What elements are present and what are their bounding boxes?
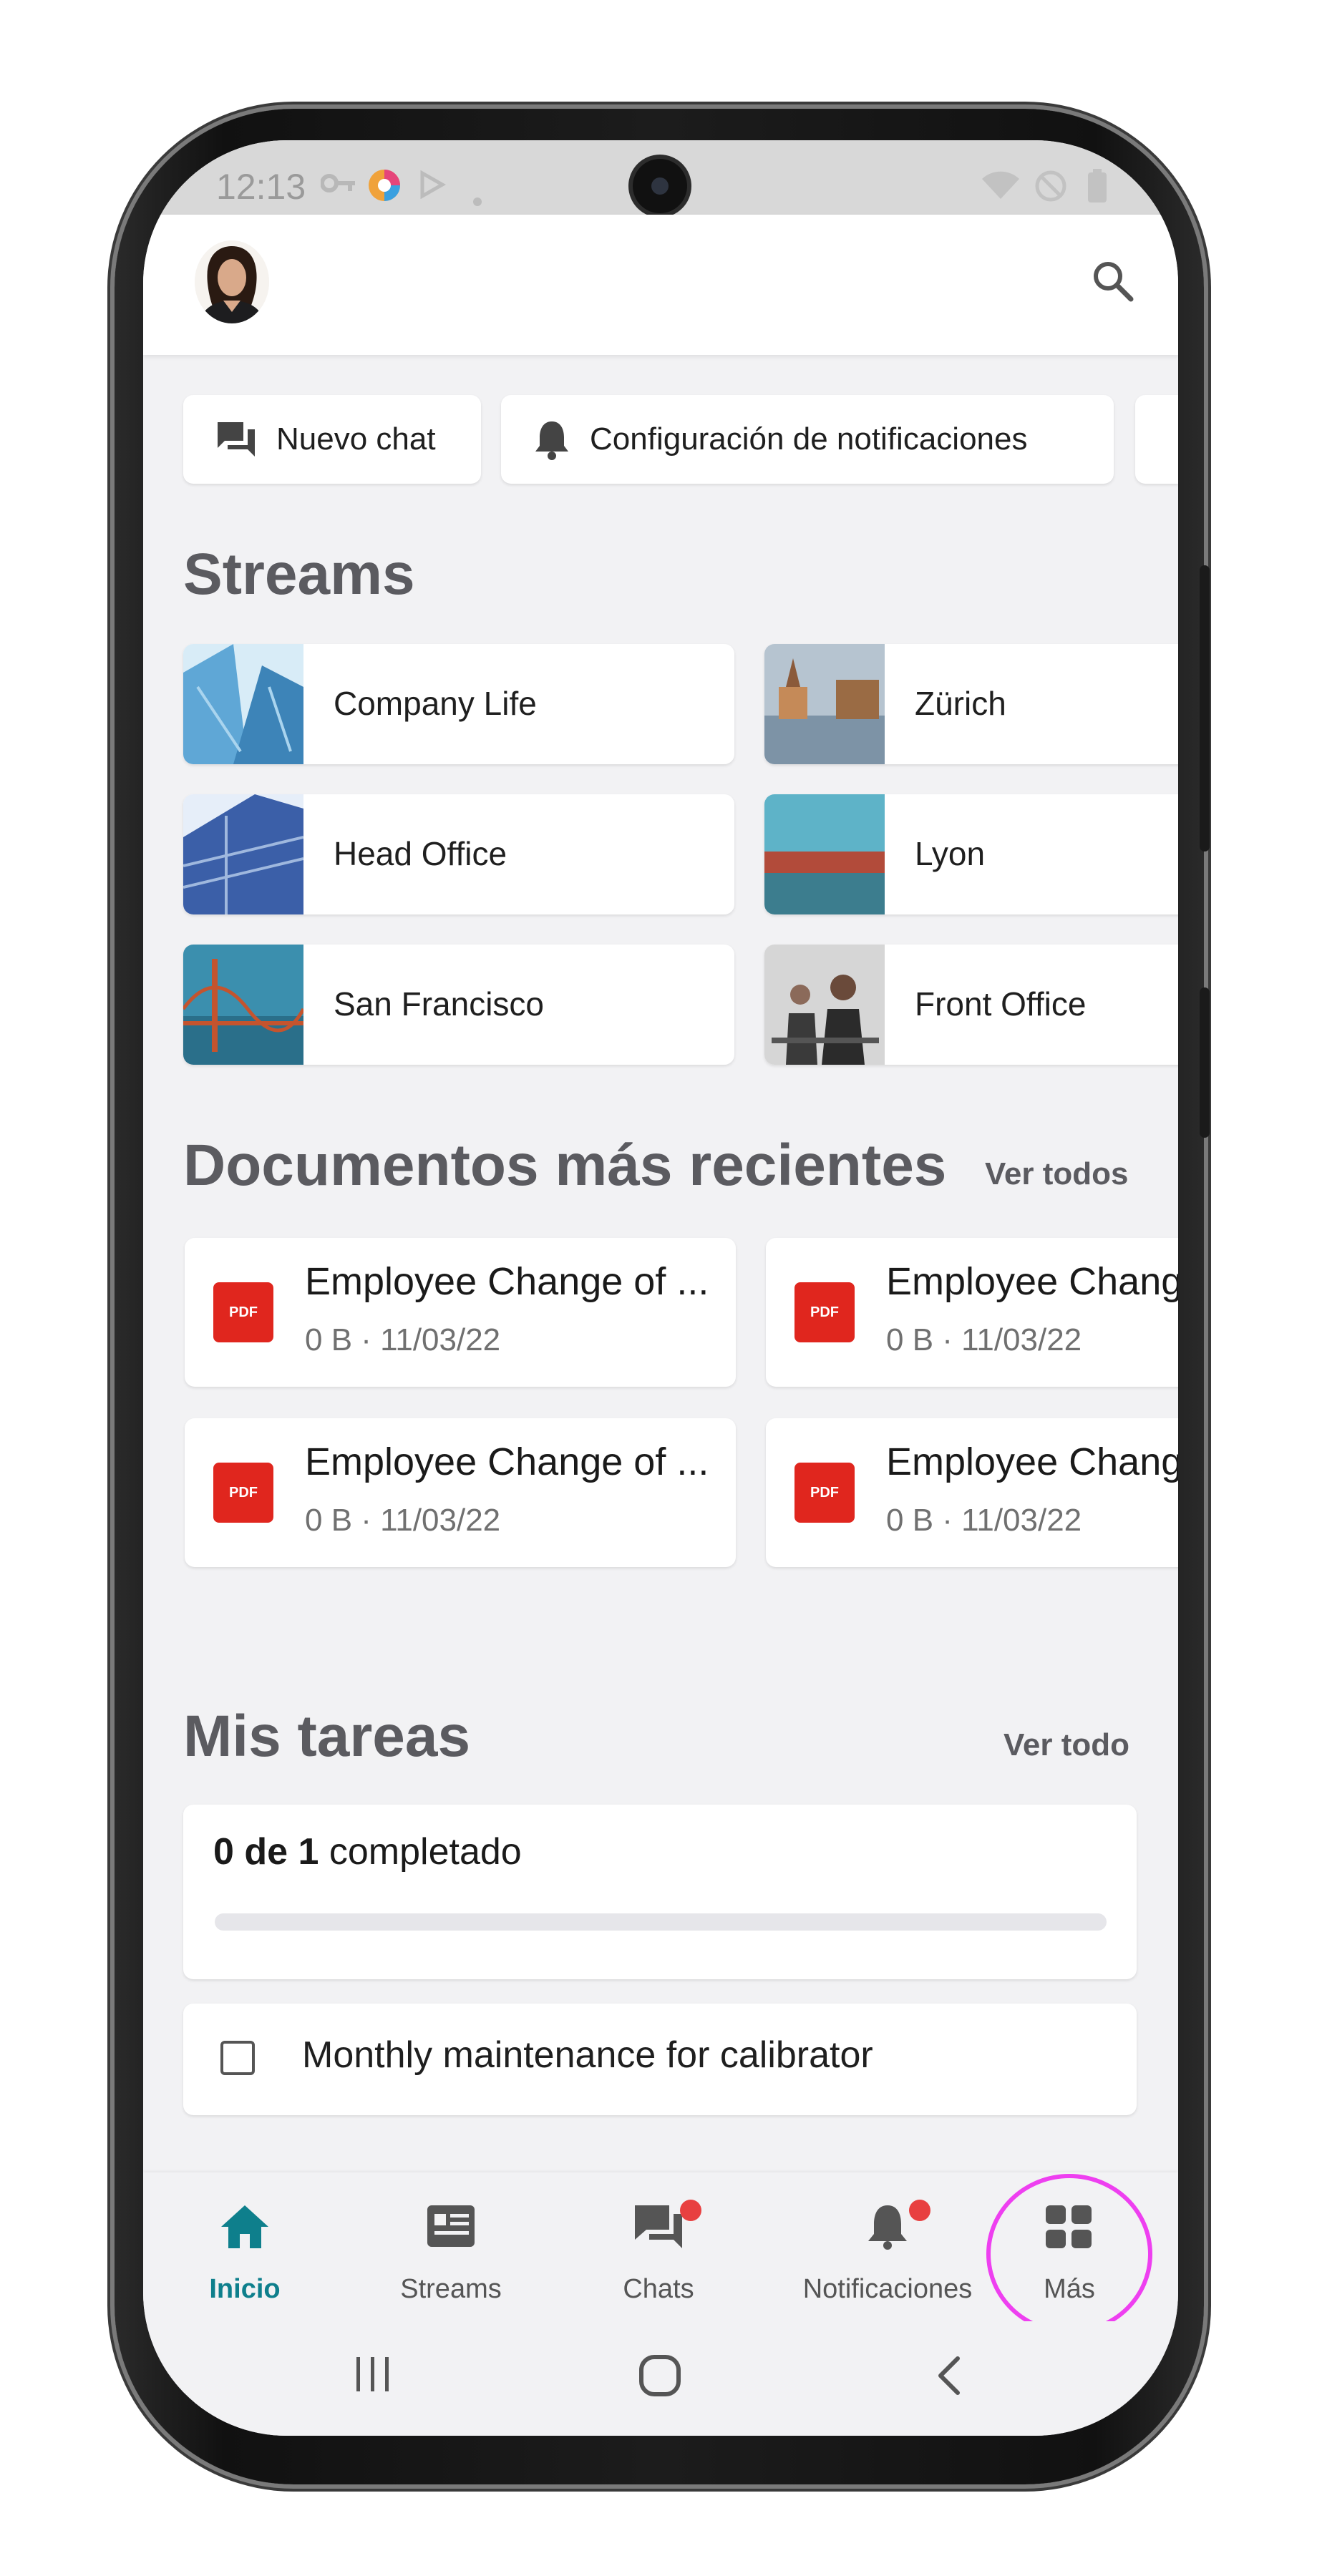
pdf-icon: PDF <box>213 1463 273 1523</box>
task-progress-card: 0 de 1 completado <box>183 1805 1137 1979</box>
volume-button <box>1200 565 1210 852</box>
document-card[interactable]: PDF Employee Change of ... 0 B · 11/03/2… <box>185 1238 736 1387</box>
document-title: Employee Chang <box>886 1260 1178 1303</box>
document-card[interactable]: PDF Employee Change of ... 0 B · 11/03/2… <box>185 1418 736 1567</box>
stream-thumbnail <box>764 794 885 914</box>
avatar[interactable] <box>195 240 269 323</box>
tasks-see-all-link[interactable]: Ver todo <box>1003 1727 1129 1763</box>
pdf-icon: PDF <box>794 1282 855 1342</box>
nav-label-streams: Streams <box>400 2274 502 2304</box>
notification-settings-button[interactable]: Configuración de notificaciones <box>501 395 1114 484</box>
chats-icon <box>635 2205 682 2248</box>
phone-screen: 12:13 Nuevo chat Configuración de notifi… <box>143 140 1178 2436</box>
notification-settings-label: Configuración de notificaciones <box>590 421 1028 457</box>
task-label: Monthly maintenance for calibrator <box>302 2034 873 2076</box>
documents-section-title: Documentos más recientes <box>183 1133 947 1198</box>
nav-label-notificaciones: Notificaciones <box>802 2274 973 2304</box>
power-button <box>1200 987 1210 1138</box>
task-checkbox[interactable] <box>220 2041 255 2075</box>
home-icon <box>221 2205 268 2248</box>
document-title: Employee Change of ... <box>305 1440 709 1483</box>
task-progress-label: completado <box>329 1831 522 1873</box>
task-progress-count: 0 de 1 <box>213 1831 319 1873</box>
stream-card[interactable]: Front Office <box>764 945 1178 1065</box>
recent-apps-icon[interactable] <box>351 2353 394 2396</box>
status-time: 12:13 <box>216 167 306 207</box>
stream-label: Lyon <box>915 835 986 872</box>
system-navigation-bar <box>143 2321 1178 2436</box>
stream-thumbnail <box>764 945 885 1065</box>
stream-label: Zürich <box>915 685 1006 722</box>
dot-icon <box>472 182 482 214</box>
home-button-icon[interactable] <box>637 2353 683 2399</box>
nav-item-notificaciones[interactable]: Notificaciones <box>780 2172 995 2321</box>
stream-card[interactable]: Lyon <box>764 794 1178 914</box>
new-chat-button[interactable]: Nuevo chat <box>183 395 481 484</box>
stream-label: Head Office <box>334 835 507 872</box>
documents-see-all-link[interactable]: Ver todos <box>985 1156 1129 1192</box>
document-title: Employee Chang <box>886 1440 1178 1483</box>
more-actions-chip[interactable] <box>1135 395 1178 484</box>
pdf-icon: PDF <box>213 1282 273 1342</box>
stream-thumbnail <box>183 644 303 764</box>
stream-label: Company Life <box>334 685 537 722</box>
back-icon[interactable] <box>932 2353 968 2399</box>
document-meta: 0 B · 11/03/22 <box>305 1503 501 1538</box>
play-store-icon <box>418 170 447 206</box>
document-card[interactable]: PDF Employee Chang 0 B · 11/03/22 <box>766 1238 1178 1387</box>
stream-card[interactable]: Company Life <box>183 644 734 764</box>
new-chat-label: Nuevo chat <box>276 421 436 457</box>
battery-icon <box>1087 169 1108 210</box>
stream-card[interactable]: Zürich <box>764 644 1178 764</box>
highlight-circle <box>986 2174 1152 2334</box>
stream-thumbnail <box>764 644 885 764</box>
stream-card[interactable]: Head Office <box>183 794 734 914</box>
wifi-icon <box>981 169 1021 208</box>
chat-icon <box>218 422 255 457</box>
stream-card[interactable]: San Francisco <box>183 945 734 1065</box>
nav-label-inicio: Inicio <box>209 2274 281 2304</box>
stream-label: San Francisco <box>334 985 545 1023</box>
nav-label-chats: Chats <box>623 2274 694 2304</box>
nav-item-inicio[interactable]: Inicio <box>152 2172 338 2321</box>
streams-icon <box>427 2205 475 2247</box>
stream-thumbnail <box>183 794 303 914</box>
app-logo-icon <box>366 167 402 210</box>
document-meta: 0 B · 11/03/22 <box>305 1322 501 1357</box>
notifications-unread-badge <box>909 2200 930 2221</box>
status-bar: 12:13 <box>143 140 1178 215</box>
nav-item-streams[interactable]: Streams <box>358 2172 544 2321</box>
tasks-section-title: Mis tareas <box>183 1704 471 1769</box>
document-meta: 0 B · 11/03/22 <box>886 1503 1082 1538</box>
streams-section-title: Streams <box>183 542 415 607</box>
front-camera <box>633 159 687 213</box>
search-icon[interactable] <box>1089 258 1135 303</box>
pdf-icon: PDF <box>794 1463 855 1523</box>
chats-unread-badge <box>680 2200 701 2221</box>
bell-icon <box>535 421 568 460</box>
task-item[interactable]: Monthly maintenance for calibrator <box>183 2004 1137 2115</box>
stream-thumbnail <box>183 945 303 1065</box>
document-title: Employee Change of ... <box>305 1260 709 1303</box>
do-not-disturb-icon <box>1034 169 1068 210</box>
task-progress-summary: 0 de 1 completado <box>213 1830 522 1873</box>
document-meta: 0 B · 11/03/22 <box>886 1322 1082 1357</box>
stream-label: Front Office <box>915 985 1087 1023</box>
bell-icon <box>868 2205 907 2250</box>
document-card[interactable]: PDF Employee Chang 0 B · 11/03/22 <box>766 1418 1178 1567</box>
nav-item-chats[interactable]: Chats <box>565 2172 752 2321</box>
app-bar <box>143 215 1178 355</box>
task-progress-bar <box>215 1913 1107 1931</box>
key-icon <box>320 169 356 205</box>
